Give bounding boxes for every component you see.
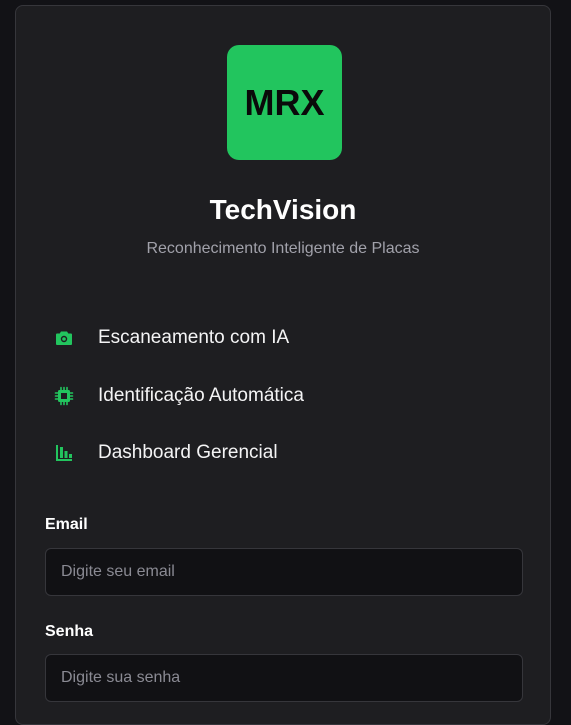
password-label: Senha (45, 623, 94, 640)
feature-label: Escaneamento com IA (98, 327, 290, 348)
app-title: TechVision (209, 194, 357, 225)
bar-chart-icon (52, 441, 76, 465)
feature-item-scanning: Escaneamento com IA (52, 325, 289, 351)
login-card: MRX TechVision Reconhecimento Inteligent… (15, 5, 551, 725)
chip-icon (52, 384, 76, 408)
app-subtitle: Reconhecimento Inteligente de Placas (146, 240, 420, 257)
camera-icon (52, 326, 76, 350)
email-field[interactable] (45, 548, 523, 596)
app-logo: MRX (227, 45, 342, 160)
logo-text: MRX (244, 81, 325, 123)
password-field[interactable] (45, 654, 523, 702)
email-label: Email (45, 516, 88, 533)
feature-label: Identificação Automática (98, 385, 304, 406)
feature-label: Dashboard Gerencial (98, 442, 278, 463)
feature-item-dashboard: Dashboard Gerencial (52, 440, 278, 466)
feature-item-identification: Identificação Automática (52, 383, 304, 409)
